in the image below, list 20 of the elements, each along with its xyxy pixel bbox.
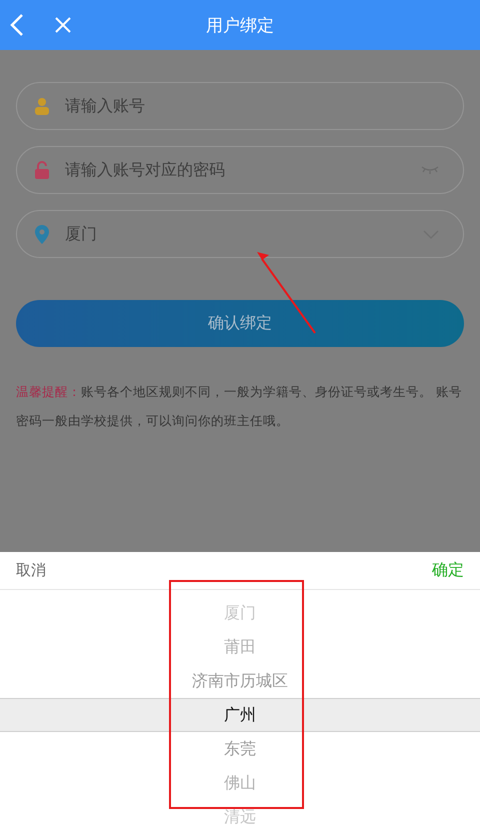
region-select[interactable]: 厦门: [16, 210, 464, 258]
location-pin-icon: [35, 224, 49, 244]
picker-option[interactable]: 厦门: [0, 596, 480, 630]
person-icon: [35, 97, 49, 115]
close-icon[interactable]: [55, 17, 71, 33]
cancel-link[interactable]: 取消: [16, 561, 46, 580]
picker-option[interactable]: 济南市历城区: [0, 664, 480, 698]
picker-option[interactable]: 东莞: [0, 732, 480, 766]
picker-option[interactable]: 佛山: [0, 766, 480, 800]
confirm-link[interactable]: 确定: [432, 560, 464, 581]
back-icon[interactable]: [10, 13, 24, 37]
input-field[interactable]: 请输入账号对应的密码: [16, 146, 464, 194]
input-field[interactable]: 请输入账号: [16, 82, 464, 130]
confirm-binding-button[interactable]: 确认绑定: [16, 300, 464, 347]
picker-option[interactable]: 清远: [0, 800, 480, 834]
picker-option[interactable]: 广州: [0, 698, 480, 732]
lock-icon: [35, 161, 49, 179]
page-title: 用户绑定: [206, 14, 274, 36]
tip-text: 温馨提醒：账号各个地区规则不同，一般为学籍号、身份证号或考生号。 账号密码一般由学校提供，可以询问你的班主任哦。: [16, 383, 463, 430]
picker-option[interactable]: 莆田: [0, 630, 480, 664]
